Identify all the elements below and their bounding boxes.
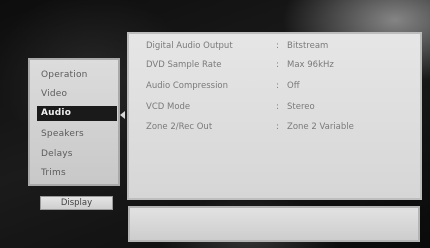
- menu-item-delays[interactable]: Delays: [37, 147, 115, 162]
- audio-settings-panel: Digital Audio Output : Bitstream DVD Sam…: [127, 32, 422, 200]
- tv-screen: Operation Video Audio Speakers Delays Tr…: [0, 0, 430, 248]
- setting-label: DVD Sample Rate: [146, 60, 222, 70]
- separator: :: [276, 122, 279, 132]
- setting-label: VCD Mode: [146, 102, 191, 112]
- menu-item-video[interactable]: Video: [37, 87, 115, 102]
- setup-menu: Operation Video Audio Speakers Delays Tr…: [28, 58, 120, 186]
- menu-item-speakers[interactable]: Speakers: [37, 127, 115, 142]
- display-button[interactable]: Display: [40, 196, 113, 210]
- info-status-box: [128, 206, 420, 242]
- menu-pointer-icon: [120, 111, 125, 119]
- separator: :: [276, 102, 279, 112]
- setting-value[interactable]: Off: [287, 79, 300, 93]
- separator: :: [276, 41, 279, 51]
- setting-value[interactable]: Bitstream: [287, 39, 328, 53]
- setting-value[interactable]: Stereo: [287, 100, 315, 114]
- setting-value[interactable]: Max 96kHz: [287, 58, 334, 72]
- menu-item-operation[interactable]: Operation: [37, 68, 115, 83]
- separator: :: [276, 81, 279, 91]
- setting-value[interactable]: Zone 2 Variable: [287, 120, 354, 134]
- menu-item-audio[interactable]: Audio: [37, 106, 117, 121]
- setting-label: Audio Compression: [146, 81, 229, 91]
- setting-label: Digital Audio Output: [146, 41, 233, 51]
- separator: :: [276, 60, 279, 70]
- menu-item-trims[interactable]: Trims: [37, 166, 115, 181]
- setting-label: Zone 2/Rec Out: [146, 122, 213, 132]
